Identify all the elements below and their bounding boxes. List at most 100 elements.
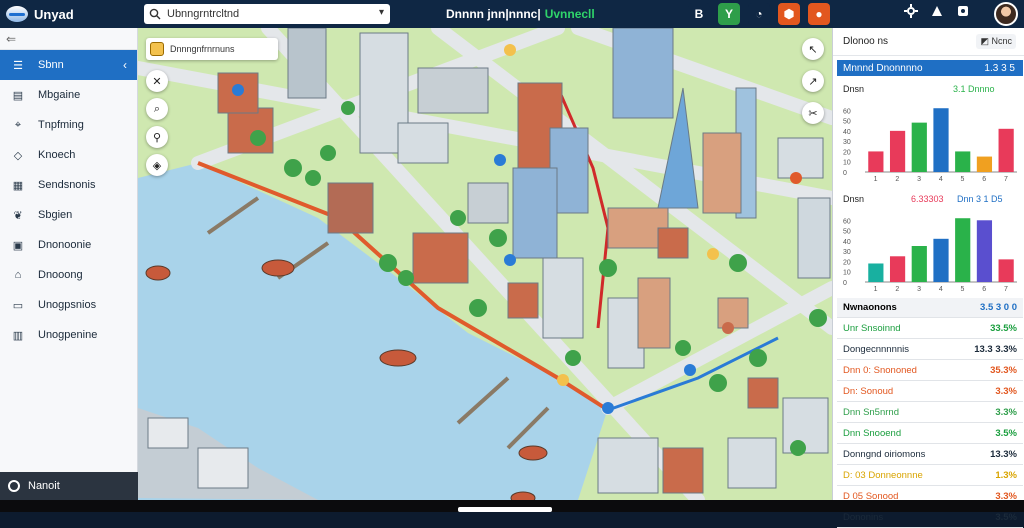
y-tick-label: 50 [843, 119, 851, 126]
bar[interactable] [889, 130, 906, 172]
stat-row[interactable]: Dn: Sonoud 3.3% [837, 381, 1023, 402]
sidebar-item-2[interactable]: ▤ Mbgaine [0, 80, 137, 110]
stat-value: 13.3% [990, 448, 1017, 460]
bar[interactable] [933, 108, 949, 172]
leaf-icon: ❦ [13, 209, 23, 222]
monitor-icon: ▭ [12, 299, 24, 312]
stat-label: Unr Snsoinnd [843, 322, 901, 334]
bar[interactable] [911, 122, 927, 172]
tag-icon: ◇ [13, 149, 23, 162]
y-tick-label: 0 [843, 170, 847, 177]
bell-icon[interactable]: ◔ [748, 3, 770, 25]
map-icon: ⌖ [14, 118, 22, 131]
bar[interactable] [868, 263, 884, 282]
bar[interactable] [976, 156, 993, 172]
sidebar-menu: ☰ Sbnn ‹ ▤ Mbgaine ⌖ Tnpfming ◇ Knoech ▦ Sendsnoni… [0, 50, 137, 350]
cut-tool[interactable]: ✂ [802, 102, 824, 124]
stat-value: 3.3% [995, 406, 1017, 418]
filter-button[interactable]: ◈ [146, 154, 168, 176]
bold-b-icon[interactable]: B [688, 3, 710, 25]
sidebar-item-3[interactable]: ⌖ Tnpfming [0, 110, 137, 140]
search-box[interactable]: ▾ [144, 4, 390, 24]
measure-tool[interactable]: ↗ [802, 70, 824, 92]
sidebar-item-label: Knoech [38, 149, 76, 161]
bar[interactable] [911, 246, 927, 282]
bar[interactable] [889, 256, 906, 282]
sidebar-item-label: Dnonoonie [38, 239, 92, 251]
stat-label: Dongecnnnnnis [843, 343, 910, 355]
stat-row[interactable]: Unr Snsoinnd 33.5% [837, 318, 1023, 339]
sidebar-item-6[interactable]: ❦ Sbgien [0, 200, 137, 230]
pointer-icon: ↖ [808, 43, 818, 56]
section-bar[interactable]: Mnnnd Dnonnnno 1.3 3 5 [837, 60, 1023, 76]
x-tick-label: 6 [982, 286, 986, 293]
x-tick-label: 7 [1004, 176, 1008, 183]
stat-label: Dononins [843, 511, 884, 523]
bar[interactable] [868, 151, 884, 172]
stats-header-label: Nwnaonons [843, 302, 897, 313]
y-tick-label: 20 [843, 149, 851, 156]
stat-row[interactable]: Dnn 0: Snononed 35.3% [837, 360, 1023, 381]
sidebar-item-label: Unogpenine [38, 329, 98, 341]
stat-row[interactable]: Donngnd oiriomons 13.3% [837, 444, 1023, 465]
x-tick-label: 2 [895, 286, 899, 293]
location-label: Dnnngnfrnrnuns [170, 44, 235, 54]
zoom-search-button[interactable]: ⌕ [146, 98, 168, 120]
y-tick-label: 20 [843, 259, 851, 266]
stat-row[interactable]: D: 03 Donneonnne 1.3% [837, 465, 1023, 486]
location-card[interactable]: Dnnngnfrnrnuns [146, 38, 278, 60]
layers-button[interactable]: ✕ [146, 70, 168, 92]
bar[interactable] [998, 128, 1014, 172]
y-tick-label: 40 [843, 129, 851, 136]
top-bar: Unyad ▾ Dnnnn jnn|nnnc|Uvnnecll BY ◔ ⬢ ● [0, 0, 1024, 28]
bar[interactable] [998, 259, 1014, 282]
chevron-down-icon[interactable]: ▾ [379, 7, 384, 18]
bar[interactable] [933, 238, 949, 282]
green-y-icon[interactable]: Y [718, 3, 740, 25]
share-icon[interactable] [930, 4, 944, 18]
locate-button[interactable]: ⚲ [146, 126, 168, 148]
status-text: Uvnnecll [544, 7, 595, 21]
brand-logo[interactable]: Unyad [6, 6, 138, 22]
home-indicator[interactable] [458, 507, 552, 512]
sidebar-item-7[interactable]: ▣ Dnonoonie [0, 230, 137, 260]
bar[interactable] [955, 218, 971, 282]
pointer-tool[interactable]: ↖ [802, 38, 824, 60]
x-tick-label: 6 [982, 176, 986, 183]
y-tick-label: 0 [843, 280, 847, 287]
footer-label: Nanoit [28, 480, 60, 492]
puzzle-icon[interactable] [956, 4, 970, 18]
map-view[interactable]: Dnnngnfrnrnuns ✕ ⌕ ⚲ ◈ ↖ ↗ ✂ [138, 28, 832, 500]
sidebar-footer[interactable]: Nanoit [0, 472, 138, 500]
back-arrow-icon[interactable]: ⇐ [0, 28, 137, 50]
layers-icon: ✕ [152, 75, 162, 88]
sidebar-item-5[interactable]: ▦ Sendsnonis [0, 170, 137, 200]
sidebar-item-1[interactable]: ☰ Sbnn ‹ [0, 50, 137, 80]
sidebar-item-9[interactable]: ▭ Unogpsnios [0, 290, 137, 320]
search-input[interactable] [167, 8, 367, 20]
stat-row[interactable]: Dongecnnnnnis 13.3 3.3% [837, 339, 1023, 360]
stat-row[interactable]: Dnn Snooend 3.5% [837, 423, 1023, 444]
y-tick-label: 30 [843, 249, 851, 256]
section-value: 1.3 3 5 [984, 62, 1015, 74]
avatar[interactable] [994, 2, 1018, 26]
toolbar-icons: B Y ◔ ⬢ ● [688, 3, 830, 25]
panel-settings-button[interactable]: ◩ Ncnc [976, 34, 1016, 49]
orange-badge-icon[interactable]: ⬢ [778, 3, 800, 25]
x-tick-label: 5 [961, 286, 965, 293]
bar[interactable] [955, 151, 971, 172]
stat-row[interactable]: Dnn Sn5nrnd 3.3% [837, 402, 1023, 423]
filter-icon: ◈ [152, 159, 162, 172]
list-icon: ☰ [13, 59, 23, 72]
settings-icon[interactable] [904, 4, 918, 18]
sidebar-item-10[interactable]: ▥ Unogpenine [0, 320, 137, 350]
sidebar-item-8[interactable]: ⌂ Dnooong [0, 260, 137, 290]
sidebar-item-4[interactable]: ◇ Knoech [0, 140, 137, 170]
grid-icon: ▣ [12, 239, 24, 252]
bar[interactable] [976, 220, 993, 282]
power-icon [8, 480, 20, 492]
orange-circle-icon[interactable]: ● [808, 3, 830, 25]
bookmark-icon: ⌂ [14, 269, 22, 281]
document-icon: ▤ [12, 89, 24, 102]
sidebar-item-label: Dnooong [38, 269, 83, 281]
